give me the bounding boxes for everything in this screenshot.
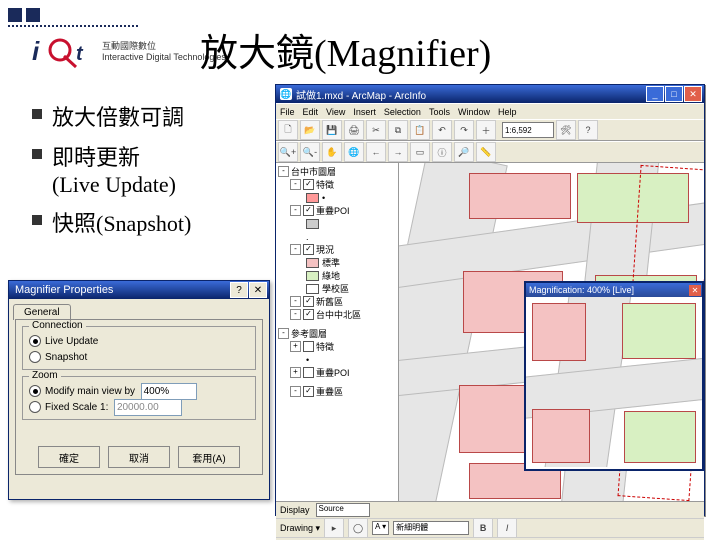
toc-df1[interactable]: 台中市圖層 — [291, 165, 336, 178]
radio-fixed-scale[interactable]: Fixed Scale 1: 20000.00 — [29, 399, 249, 415]
brand-logo: i t 互動國際數位 Interactive Digital Technolog… — [32, 34, 226, 70]
magnifier-properties-dialog: Magnifier Properties ? ✕ General Connect… — [8, 280, 270, 500]
radio-live-update[interactable]: Live Update — [29, 333, 249, 349]
prev-extent-icon[interactable]: ← — [366, 142, 386, 162]
menubar: File Edit View Insert Selection Tools Wi… — [276, 103, 704, 119]
arcmap-title: 試做1.mxd - ArcMap - ArcInfo — [296, 87, 426, 102]
select-icon[interactable]: ▭ — [410, 142, 430, 162]
paste-icon[interactable]: 📋 — [410, 120, 430, 140]
new-doc-icon[interactable]: 🗋 — [278, 120, 298, 140]
toolbox-icon[interactable]: 🛠 — [556, 120, 576, 140]
undo-icon[interactable]: ↶ — [432, 120, 452, 140]
radio-modify-view[interactable]: Modify main view by 400% — [29, 383, 249, 399]
fixed-scale-input[interactable]: 20000.00 — [114, 399, 182, 416]
bullet-1: 放大倍數可調 — [52, 100, 184, 132]
apply-button[interactable]: 套用(A) — [178, 446, 240, 468]
minimize-button[interactable]: _ — [646, 86, 664, 102]
ok-button[interactable]: 確定 — [38, 446, 100, 468]
help-icon[interactable]: ? — [578, 120, 598, 140]
menu-help[interactable]: Help — [498, 107, 517, 117]
display-source-combo[interactable]: Source — [316, 503, 370, 517]
arcmap-titlebar[interactable]: 🌐 試做1.mxd - ArcMap - ArcInfo _ □ ✕ — [276, 85, 704, 103]
magnifier-close-icon[interactable]: ✕ — [689, 285, 701, 296]
svg-text:t: t — [76, 43, 84, 65]
zoom-in-icon[interactable]: 🔍+ — [278, 142, 298, 162]
toc-l7[interactable]: 重疊POI — [316, 366, 350, 379]
zoom-label: Zoom — [29, 370, 61, 381]
menu-edit[interactable]: Edit — [303, 107, 319, 117]
bold-icon[interactable]: B — [473, 518, 493, 538]
identify-icon[interactable]: ⓘ — [432, 142, 452, 162]
map-canvas[interactable]: Magnification: 400% [Live] ✕ — [399, 163, 704, 501]
toc-l8[interactable]: 重疊區 — [316, 385, 343, 398]
font-combo[interactable]: 新細明體 — [393, 521, 469, 535]
dialog-close-icon[interactable]: ✕ — [249, 282, 267, 298]
menu-tools[interactable]: Tools — [429, 107, 450, 117]
toc-l6[interactable]: 特徵 — [316, 340, 334, 353]
toc-l2[interactable]: 重疊POI — [316, 204, 350, 217]
connection-group: Connection Live Update Snapshot — [22, 326, 256, 370]
toc-df2[interactable]: 參考圖層 — [291, 327, 327, 340]
next-extent-icon[interactable]: → — [388, 142, 408, 162]
text-tool[interactable]: A ▾ — [372, 521, 389, 535]
magnifier-titlebar[interactable]: Magnification: 400% [Live] ✕ — [526, 283, 702, 297]
standard-toolbar: 🗋 📂 💾 🖨 ✂ ⧉ 📋 ↶ ↷ ＋ 1:6,592 🛠 ? — [276, 119, 704, 141]
zoom-group: Zoom Modify main view by 400% Fixed Scal… — [22, 376, 256, 420]
display-label: Display — [280, 505, 310, 515]
menu-selection[interactable]: Selection — [384, 107, 421, 117]
toc-l3[interactable]: 現況 — [316, 243, 334, 256]
scale-combo[interactable]: 1:6,592 — [502, 122, 554, 138]
toc-l1[interactable]: 特徵 — [316, 178, 334, 191]
measure-icon[interactable]: 📏 — [476, 142, 496, 162]
logo-icon: i t — [32, 34, 96, 70]
find-icon[interactable]: 🔎 — [454, 142, 474, 162]
toc-panel[interactable]: -台中市圖層 -特徵 • -重疊POI . -現況 標準 綠地 學校區 -新舊區… — [276, 163, 399, 501]
arcmap-window: 🌐 試做1.mxd - ArcMap - ArcInfo _ □ ✕ File … — [275, 84, 705, 516]
print-icon[interactable]: 🖨 — [344, 120, 364, 140]
drawing-toolbar: Drawing ▾ ▸ ◯ A ▾ 新細明體 B I — [276, 518, 704, 537]
cut-icon[interactable]: ✂ — [366, 120, 386, 140]
shape-icon[interactable]: ◯ — [348, 518, 368, 538]
open-icon[interactable]: 📂 — [300, 120, 320, 140]
pointer-icon[interactable]: ▸ — [324, 518, 344, 538]
dialog-help-icon[interactable]: ? — [230, 282, 248, 298]
tab-general[interactable]: General — [13, 304, 71, 320]
bullet-list: 放大倍數可調 即時更新(Live Update) 快照(Snapshot) — [32, 100, 191, 246]
menu-file[interactable]: File — [280, 107, 295, 117]
svg-text:i: i — [32, 36, 40, 66]
radio-snapshot[interactable]: Snapshot — [29, 349, 249, 365]
copy-icon[interactable]: ⧉ — [388, 120, 408, 140]
menu-window[interactable]: Window — [458, 107, 490, 117]
maximize-button[interactable]: □ — [665, 86, 683, 102]
dialog-title: Magnifier Properties — [15, 284, 113, 296]
dialog-titlebar[interactable]: Magnifier Properties ? ✕ — [9, 281, 269, 299]
connection-label: Connection — [29, 320, 86, 331]
zoom-percent-spinner[interactable]: 400% — [141, 383, 197, 400]
magnifier-canvas[interactable] — [526, 297, 702, 467]
zoom-out-icon[interactable]: 🔍- — [300, 142, 320, 162]
menu-view[interactable]: View — [326, 107, 345, 117]
full-extent-icon[interactable]: 🌐 — [344, 142, 364, 162]
bullet-2b: (Live Update) — [52, 172, 176, 197]
slide-title: 放大鏡(Magnifier) — [200, 22, 491, 77]
bullet-2a: 即時更新 — [52, 145, 140, 170]
magnifier-title: Magnification: 400% [Live] — [529, 285, 634, 295]
cancel-button[interactable]: 取消 — [108, 446, 170, 468]
display-bar: Display Source — [276, 501, 704, 518]
toc-l4[interactable]: 新舊區 — [316, 295, 343, 308]
save-icon[interactable]: 💾 — [322, 120, 342, 140]
tools-toolbar: 🔍+ 🔍- ✋ 🌐 ← → ▭ ⓘ 🔎 📏 — [276, 141, 704, 163]
menu-insert[interactable]: Insert — [353, 107, 376, 117]
bullet-3: 快照(Snapshot) — [52, 206, 191, 238]
arcmap-icon: 🌐 — [280, 88, 292, 100]
italic-icon[interactable]: I — [497, 518, 517, 538]
add-data-icon[interactable]: ＋ — [476, 120, 496, 140]
close-button[interactable]: ✕ — [684, 86, 702, 102]
magnifier-window[interactable]: Magnification: 400% [Live] ✕ — [524, 281, 704, 471]
drawing-label: Drawing ▾ — [280, 523, 320, 534]
redo-icon[interactable]: ↷ — [454, 120, 474, 140]
pan-icon[interactable]: ✋ — [322, 142, 342, 162]
toc-l5[interactable]: 台中中北區 — [316, 308, 361, 321]
